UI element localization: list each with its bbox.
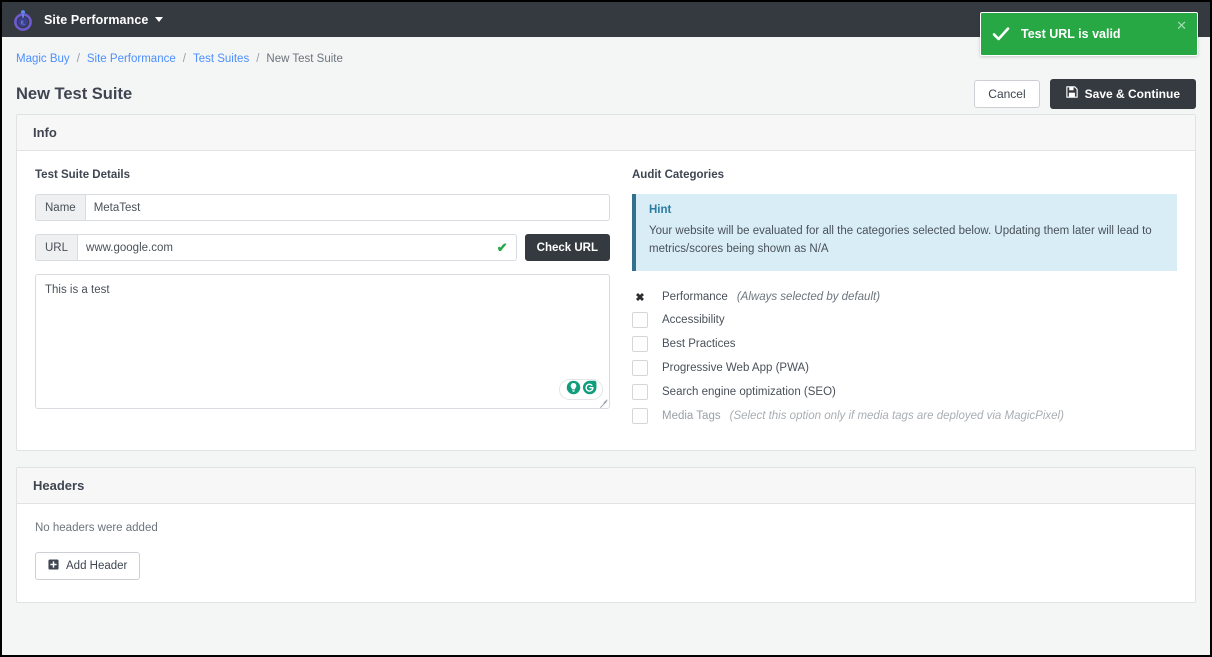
cancel-button[interactable]: Cancel	[974, 79, 1040, 109]
name-field-label: Name	[35, 194, 85, 221]
checkbox-icon[interactable]	[632, 407, 648, 424]
headers-empty-text: No headers were added	[35, 521, 158, 534]
check-url-button[interactable]: Check URL	[524, 234, 610, 261]
info-card: Info Test Suite Details Name MetaTest UR…	[16, 114, 1196, 451]
description-textarea[interactable]: This is a test	[35, 274, 610, 409]
checkbox-icon[interactable]	[632, 383, 648, 400]
url-input-value: www.google.com	[86, 241, 173, 254]
hint-title: Hint	[649, 204, 672, 216]
page-header: New Test Suite Cancel Save & Continue	[2, 74, 1210, 114]
checkbox-icon[interactable]	[632, 359, 648, 376]
plus-square-icon	[48, 559, 59, 573]
page-title: New Test Suite	[16, 84, 133, 103]
cancel-button-label: Cancel	[988, 86, 1026, 101]
checkbox-icon[interactable]	[632, 335, 648, 352]
toast-notification: Test URL is valid ✕	[980, 12, 1198, 56]
hint-text: Your website will be evaluated for all t…	[649, 225, 1152, 255]
breadcrumb-separator: /	[182, 53, 186, 65]
audit-categories-label: Audit Categories	[632, 169, 725, 181]
url-field-label: URL	[35, 234, 78, 261]
name-field-group: Name MetaTest	[35, 194, 610, 221]
checkbox-icon[interactable]	[632, 311, 648, 328]
category-label-accessibility: Accessibility	[662, 313, 725, 326]
category-label-seo: Search engine optimization (SEO)	[662, 385, 836, 398]
category-note-performance: (Always selected by default)	[736, 291, 881, 304]
breadcrumb-item-site-performance[interactable]: Site Performance	[87, 53, 176, 65]
category-row-best-practices[interactable]: Best Practices	[632, 332, 1177, 356]
info-card-body: Test Suite Details Name MetaTest URL www…	[17, 151, 1195, 450]
category-label-best-practices: Best Practices	[662, 337, 736, 350]
description-textarea-value: This is a test	[45, 284, 110, 296]
audit-categories-section: Audit Categories Hint Your website will …	[620, 169, 1177, 428]
check-icon	[991, 24, 1011, 44]
category-row-media-tags[interactable]: Media Tags (Select this option only if m…	[632, 404, 1177, 428]
chevron-down-icon[interactable]	[155, 17, 164, 22]
app-title[interactable]: Site Performance	[44, 13, 148, 27]
power-circle-logo-icon[interactable]: IL	[12, 9, 34, 31]
category-note-media-tags: (Select this option only if media tags a…	[729, 409, 1064, 422]
floppy-disk-icon	[1065, 86, 1078, 101]
headers-card-body: No headers were added Add Header	[17, 504, 1195, 602]
url-field-group: URL www.google.com ✔ Check URL	[35, 234, 610, 261]
close-icon[interactable]: ✕	[1176, 19, 1187, 32]
category-row-seo[interactable]: Search engine optimization (SEO)	[632, 380, 1177, 404]
app-window: IL Site Performance Test URL is valid ✕ …	[0, 0, 1212, 657]
breadcrumb-item-magic-buy[interactable]: Magic Buy	[16, 53, 70, 65]
breadcrumb-separator: /	[76, 53, 80, 65]
grammarly-g-icon	[582, 380, 597, 400]
check-icon: ✔	[496, 239, 508, 255]
lightbulb-icon	[566, 380, 581, 400]
page-actions: Cancel Save & Continue	[974, 79, 1196, 109]
category-label-pwa: Progressive Web App (PWA)	[662, 361, 809, 374]
test-suite-details-label: Test Suite Details	[35, 169, 131, 181]
name-input-value: MetaTest	[93, 201, 141, 214]
category-row-pwa[interactable]: Progressive Web App (PWA)	[632, 356, 1177, 380]
url-input[interactable]: www.google.com ✔	[77, 234, 517, 261]
category-row-performance: ✖ Performance (Always selected by defaul…	[632, 287, 1177, 308]
breadcrumb-item-test-suites[interactable]: Test Suites	[193, 53, 249, 65]
add-header-label: Add Header	[66, 559, 128, 572]
test-suite-details-section: Test Suite Details Name MetaTest URL www…	[35, 169, 620, 428]
add-header-button[interactable]: Add Header	[35, 551, 141, 580]
category-label-performance: Performance	[662, 291, 728, 304]
resize-grip-icon[interactable]	[597, 396, 608, 409]
headers-card: Headers No headers were added Add Header	[16, 466, 1196, 603]
svg-text:IL: IL	[21, 20, 25, 26]
toast-message: Test URL is valid	[1021, 27, 1121, 41]
info-card-title: Info	[17, 115, 1195, 151]
category-row-accessibility[interactable]: Accessibility	[632, 308, 1177, 332]
breadcrumb-separator: /	[256, 53, 260, 65]
name-input[interactable]: MetaTest	[84, 194, 610, 221]
check-url-label: Check URL	[536, 241, 598, 254]
breadcrumb-item-current: New Test Suite	[266, 53, 343, 65]
save-and-continue-label: Save & Continue	[1084, 86, 1180, 101]
category-label-media-tags: Media Tags	[662, 409, 721, 422]
hint-box: Hint Your website will be evaluated for …	[632, 194, 1177, 271]
x-mark-icon: ✖	[635, 291, 645, 304]
save-and-continue-button[interactable]: Save & Continue	[1049, 79, 1196, 109]
headers-card-title: Headers	[17, 467, 1195, 504]
